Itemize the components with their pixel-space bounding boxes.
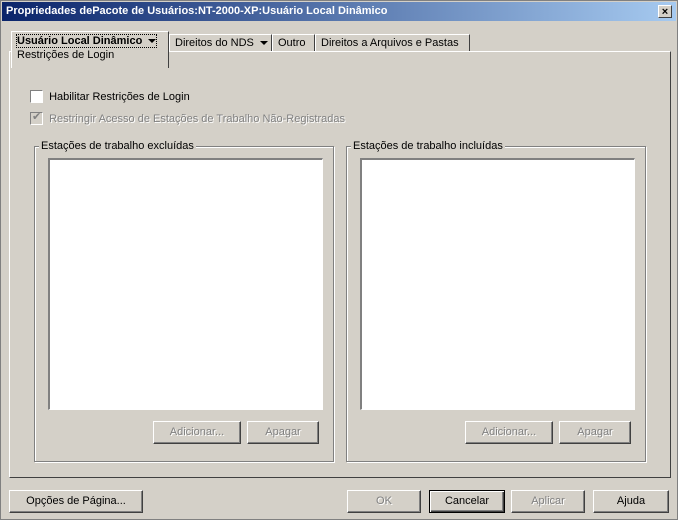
- excluded-workstations-group: Estações de trabalho excluídas Adicionar…: [34, 140, 334, 462]
- title-bar[interactable]: Propriedades dePacote de Usuários:NT-200…: [2, 2, 676, 21]
- tab-label: Direitos a Arquivos e Pastas: [321, 37, 459, 49]
- included-workstations-label: Estações de trabalho incluídas: [351, 140, 505, 152]
- tab-usuario-local-dinamico[interactable]: Usuário Local Dinâmico Restrições de Log…: [11, 31, 169, 68]
- tab-direitos-nds[interactable]: Direitos do NDS: [169, 34, 272, 52]
- properties-dialog: Propriedades dePacote de Usuários:NT-200…: [0, 0, 678, 520]
- window-title: Propriedades dePacote de Usuários:NT-200…: [6, 5, 388, 17]
- page-options-button[interactable]: Opções de Página...: [9, 490, 143, 513]
- ok-button[interactable]: OK: [347, 490, 421, 513]
- help-button[interactable]: Ajuda: [593, 490, 669, 513]
- included-delete-button[interactable]: Apagar: [559, 421, 631, 444]
- tab-sublabel-login-restrictions[interactable]: Restrições de Login: [17, 49, 163, 61]
- close-button[interactable]: ×: [658, 5, 672, 18]
- tab-label: Direitos do NDS: [175, 37, 254, 49]
- chevron-down-icon[interactable]: [148, 39, 157, 44]
- tab-direitos-arquivos-pastas[interactable]: Direitos a Arquivos e Pastas: [315, 34, 470, 52]
- enable-login-restrictions-label: Habilitar Restrições de Login: [49, 90, 190, 103]
- tab-panel: Habilitar Restrições de Login ✔ Restring…: [9, 51, 671, 478]
- restrict-unregistered-checkbox: ✔: [30, 111, 43, 125]
- restrict-unregistered-label: Restringir Acesso de Estações de Trabalh…: [49, 112, 345, 125]
- apply-button[interactable]: Aplicar: [511, 490, 585, 513]
- included-add-button[interactable]: Adicionar...: [465, 421, 553, 444]
- checkmark-icon: ✔: [32, 111, 42, 123]
- tab-label: Outro: [278, 37, 306, 49]
- tab-outro[interactable]: Outro: [272, 34, 315, 52]
- excluded-workstations-label: Estações de trabalho excluídas: [39, 140, 196, 152]
- included-workstations-group: Estações de trabalho incluídas Adicionar…: [346, 140, 646, 462]
- excluded-workstations-list[interactable]: [48, 158, 323, 410]
- enable-login-restrictions-checkbox[interactable]: [30, 90, 43, 103]
- close-icon: ×: [661, 6, 669, 18]
- included-workstations-list[interactable]: [360, 158, 635, 410]
- tab-label: Usuário Local Dinâmico: [17, 35, 143, 47]
- enable-login-restrictions-option[interactable]: Habilitar Restrições de Login: [30, 90, 190, 103]
- excluded-add-button[interactable]: Adicionar...: [153, 421, 241, 444]
- excluded-delete-button[interactable]: Apagar: [247, 421, 319, 444]
- chevron-down-icon[interactable]: [259, 41, 268, 46]
- restrict-unregistered-option: ✔ Restringir Acesso de Estações de Traba…: [30, 111, 345, 125]
- tab-focus: Usuário Local Dinâmico: [15, 34, 158, 48]
- cancel-button[interactable]: Cancelar: [429, 490, 505, 513]
